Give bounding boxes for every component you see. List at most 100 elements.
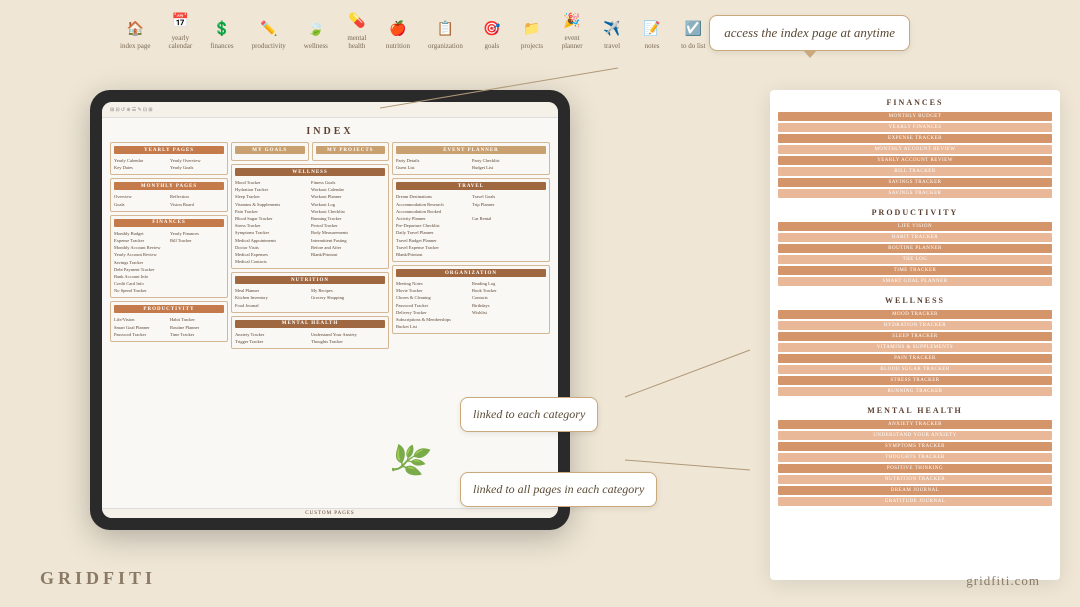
rp-finances-title: FINANCES [778, 98, 1052, 107]
nav-label-productivity: productivity [252, 42, 286, 50]
nav-item-projects[interactable]: 📁 projects [521, 18, 543, 50]
organization-title: ORGANIZATION [396, 269, 546, 277]
brand-left: GRIDFITI [40, 568, 156, 589]
rp-item: NUTRITION TRACKER [778, 475, 1052, 484]
index-title: INDEX [110, 126, 550, 137]
mental-health-section: MENTAL HEALTH Anxiety TrackerTrigger Tra… [231, 316, 389, 349]
rp-item: GRATITUDE JOURNAL [778, 497, 1052, 506]
nav-label-nutrition: nutrition [386, 42, 410, 50]
nav-item-finances[interactable]: 💲 finances [210, 18, 233, 50]
nav-label-mental: mentalhealth [347, 34, 366, 51]
nav-label-notes: notes [645, 42, 660, 50]
rp-mental-section: MENTAL HEALTH ANXIETY TRACKER UNDERSTAND… [778, 406, 1052, 506]
todo-icon: ☑️ [682, 18, 704, 40]
nav-label-organization: organization [428, 42, 463, 50]
org-items-col2: Reading LogBook TrackerContactsBirthdays… [472, 280, 546, 330]
nav-label-index: index page [120, 42, 151, 50]
nav-label-todo: to do list [681, 42, 706, 50]
notes-icon: 📝 [641, 18, 663, 40]
nav-label-events: eventplanner [562, 34, 583, 51]
callout-pages: linked to all pages in each category [460, 472, 657, 507]
rp-wellness-title: WELLNESS [778, 296, 1052, 305]
rp-item: HYDRATION TRACKER [778, 321, 1052, 330]
travel-icon: ✈️ [601, 18, 623, 40]
rp-item: ROUTINE PLANNER [778, 244, 1052, 253]
nav-item-productivity[interactable]: ✏️ productivity [252, 18, 286, 50]
tablet-bar-icons: ⊞ ⊟ ↺ ⊕ ☰ ✎ ⊡ ⊞ [110, 107, 153, 113]
rp-productivity-section: PRODUCTIVITY LIFE VISION HABIT TRACKER R… [778, 208, 1052, 286]
rp-item: BILL TRACKER [778, 167, 1052, 176]
rp-finances-section: FINANCES MONTHLY BUDGET YEARLY FINANCES … [778, 98, 1052, 198]
rp-item: LIFE VISION [778, 222, 1052, 231]
rp-item: UNDERSTAND YOUR ANXIETY [778, 431, 1052, 440]
nutrition-icon: 🍎 [387, 18, 409, 40]
mental-icon: 💊 [346, 10, 368, 32]
rp-item: SYMPTOMS TRACKER [778, 442, 1052, 451]
nav-item-calendar[interactable]: 📅 yearlycalendar [169, 10, 193, 51]
tablet-screen: ⊞ ⊟ ↺ ⊕ ☰ ✎ ⊡ ⊞ INDEX YEARLY PAGES Yearl… [102, 102, 558, 518]
rp-item: VITAMINS & SUPPLEMENTS [778, 343, 1052, 352]
rp-item: THOUGHTS TRACKER [778, 453, 1052, 462]
rp-item: THE LOG [778, 255, 1052, 264]
rp-item: TIME TRACKER [778, 266, 1052, 275]
event-planner-title: EVENT PLANNER [396, 146, 546, 154]
nav-item-notes[interactable]: 📝 notes [641, 18, 663, 50]
travel-items-col1: Dream DestinationsAccommodation Research… [396, 193, 470, 258]
nav-label-travel: travel [604, 42, 620, 50]
nav-item-mental[interactable]: 💊 mentalhealth [346, 10, 368, 51]
rp-finances-items: MONTHLY BUDGET YEARLY FINANCES EXPENSE T… [778, 112, 1052, 198]
tablet-device: ⊞ ⊟ ↺ ⊕ ☰ ✎ ⊡ ⊞ INDEX YEARLY PAGES Yearl… [90, 90, 570, 530]
my-goals-section: MY GOALS [231, 142, 309, 161]
nav-item-travel[interactable]: ✈️ travel [601, 18, 623, 50]
rp-productivity-items: LIFE VISION HABIT TRACKER ROUTINE PLANNE… [778, 222, 1052, 286]
productivity-title: PRODUCTIVITY [114, 305, 224, 313]
yearly-pages-section: YEARLY PAGES Yearly CalendarKey Dates Ye… [110, 142, 228, 175]
nav-item-goals[interactable]: 🎯 goals [481, 18, 503, 50]
wellness-title: WELLNESS [235, 168, 385, 176]
event-planner-section: EVENT PLANNER Party DetailsGuest List Pa… [392, 142, 550, 175]
mental-health-title: MENTAL HEALTH [235, 320, 385, 328]
travel-items-col2: Travel GoalsTrip PlannerCar Rental [472, 193, 546, 258]
rp-item: YEARLY FINANCES [778, 123, 1052, 132]
right-panel: FINANCES MONTHLY BUDGET YEARLY FINANCES … [770, 90, 1060, 580]
rp-mental-items: ANXIETY TRACKER UNDERSTAND YOUR ANXIETY … [778, 420, 1052, 506]
nav-item-index[interactable]: 🏠 index page [120, 18, 151, 50]
finances-icon: 💲 [211, 18, 233, 40]
nav-item-wellness[interactable]: 🍃 wellness [304, 18, 328, 50]
rp-item: SMART GOAL PLANNER [778, 277, 1052, 286]
nav-label-calendar: yearlycalendar [169, 34, 193, 51]
rp-item: RUNNING TRACKER [778, 387, 1052, 396]
rp-productivity-title: PRODUCTIVITY [778, 208, 1052, 217]
rp-item: EXPENSE TRACKER [778, 134, 1052, 143]
monthly-pages-section: MONTHLY PAGES OverviewGoals ReflectionVi… [110, 178, 228, 211]
productivity-section: PRODUCTIVITY Life/VisionSmart Goal Plann… [110, 301, 228, 342]
rp-item: PAIN TRACKER [778, 354, 1052, 363]
rp-item: MONTHLY ACCOUNT REVIEW [778, 145, 1052, 154]
projects-icon: 📁 [521, 18, 543, 40]
rp-item: POSITIVE THINKING [778, 464, 1052, 473]
rp-item: ANXIETY TRACKER [778, 420, 1052, 429]
calendar-icon: 📅 [169, 10, 191, 32]
custom-pages-label: CUSTOM PAGES [305, 511, 354, 516]
nav-item-todo[interactable]: ☑️ to do list [681, 18, 706, 50]
travel-section: TRAVEL Dream DestinationsAccommodation R… [392, 178, 550, 262]
mental-items-col1: Anxiety TrackerTrigger Tracker [235, 331, 309, 345]
organization-section: ORGANIZATION Meeting NotesMovie TrackerC… [392, 265, 550, 334]
events-icon: 🎉 [561, 10, 583, 32]
nav-item-events[interactable]: 🎉 eventplanner [561, 10, 583, 51]
productivity-items-col1: Life/VisionSmart Goal PlannerPassword Tr… [114, 316, 168, 338]
rp-item: HABIT TRACKER [778, 233, 1052, 242]
callout-index-access: access the index page at anytime [709, 15, 910, 51]
rp-item: MONTHLY BUDGET [778, 112, 1052, 121]
nav-item-nutrition[interactable]: 🍎 nutrition [386, 18, 410, 50]
top-navigation: 🏠 index page 📅 yearlycalendar 💲 finances… [120, 10, 746, 51]
finances-title: FINANCES [114, 219, 224, 227]
index-page-content: INDEX YEARLY PAGES Yearly CalendarKey Da… [102, 118, 558, 518]
rp-wellness-section: WELLNESS MOOD TRACKER HYDRATION TRACKER … [778, 296, 1052, 396]
yearly-items-col2: Yearly OverviewYearly Goals [170, 157, 224, 171]
my-projects-title: MY PROJECTS [316, 146, 386, 154]
callout-category: linked to each category [460, 397, 598, 432]
nav-item-organization[interactable]: 📋 organization [428, 18, 463, 50]
productivity-icon: ✏️ [258, 18, 280, 40]
rp-item: STRESS TRACKER [778, 376, 1052, 385]
